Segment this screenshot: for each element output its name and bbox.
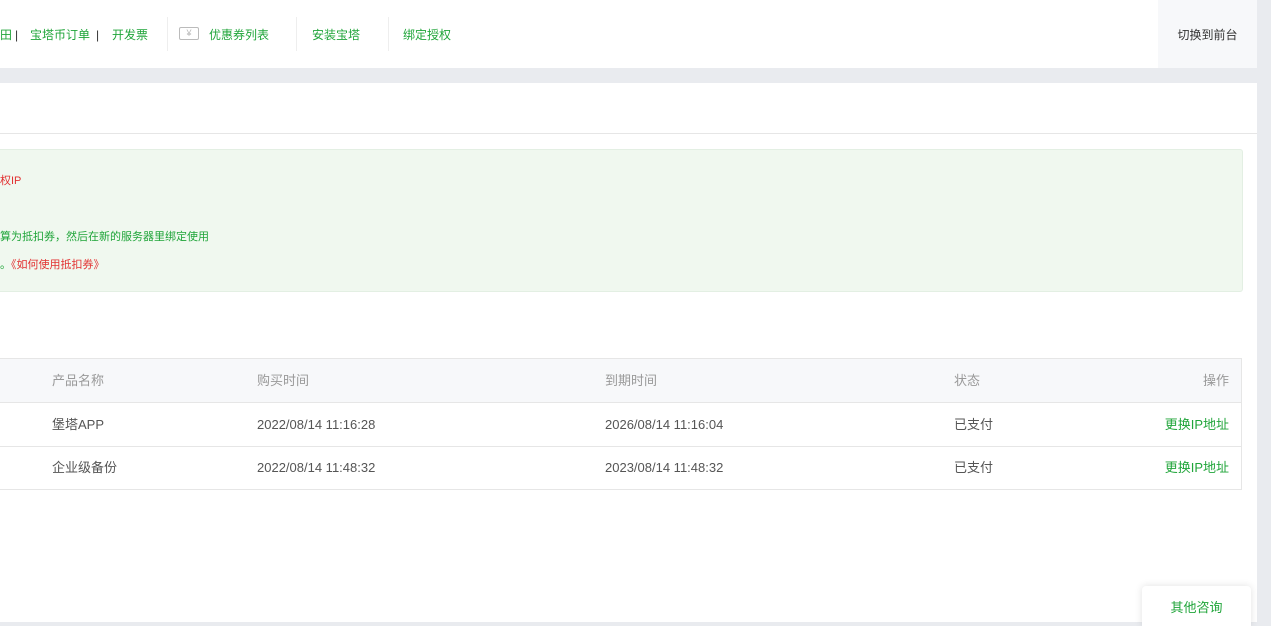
products-table: 产品名称 购买时间 到期时间 状态 操作 堡塔APP 2022/08/14 11… — [0, 358, 1242, 490]
product-name: 企业级备份 — [52, 460, 118, 475]
nav-item-partial[interactable]: 田 — [0, 27, 12, 43]
nav-item-bt-coin-orders[interactable]: 宝塔币订单 — [30, 27, 90, 43]
notice-line-ip: 权IP — [0, 175, 22, 187]
other-consult-button[interactable]: 其他咨询 — [1142, 586, 1251, 626]
change-ip-button[interactable]: 更换IP地址 — [1165, 403, 1229, 446]
status: 已支付 — [954, 417, 994, 432]
purchase-time: 2022/08/14 11:16:28 — [257, 417, 376, 432]
coupon-icon: ¥ — [179, 27, 199, 40]
notice-box: 权IP 算为抵扣券，然后在新的服务器里绑定使用 。《如何使用抵扣券》 — [0, 149, 1243, 292]
header-purchase-time: 购买时间 — [257, 373, 310, 388]
nav-item-bind-license[interactable]: 绑定授权 — [403, 27, 451, 43]
nav-separator: | — [15, 28, 19, 42]
nav-separator: | — [96, 28, 100, 42]
notice-help-prefix: 。 — [0, 259, 11, 271]
table-row: 堡塔APP 2022/08/14 11:16:28 2026/08/14 11:… — [0, 403, 1241, 447]
table-row: 企业级备份 2022/08/14 11:48:32 2023/08/14 11:… — [0, 446, 1241, 489]
header-expire-time: 到期时间 — [605, 373, 658, 388]
expire-time: 2023/08/14 11:48:32 — [605, 460, 724, 475]
header-status: 状态 — [954, 373, 981, 388]
nav-divider — [296, 17, 297, 51]
top-nav-bar: 田 | 宝塔币订单 | 开发票 ¥ 优惠券列表 安装宝塔 绑定授权 切换到前台 — [0, 0, 1257, 68]
expire-time: 2026/08/14 11:16:04 — [605, 417, 724, 432]
purchase-time: 2022/08/14 11:48:32 — [257, 460, 376, 475]
header-product-name: 产品名称 — [52, 373, 105, 388]
change-ip-button[interactable]: 更换IP地址 — [1165, 446, 1229, 489]
table-header: 产品名称 购买时间 到期时间 状态 操作 — [0, 359, 1241, 403]
switch-to-frontend-button[interactable]: 切换到前台 — [1158, 0, 1257, 68]
nav-divider — [388, 17, 389, 51]
notice-line-deduction: 算为抵扣券，然后在新的服务器里绑定使用 — [0, 231, 209, 243]
product-name: 堡塔APP — [52, 417, 105, 432]
nav-item-coupon-list[interactable]: 优惠券列表 — [209, 27, 269, 43]
nav-item-invoice[interactable]: 开发票 — [112, 27, 148, 43]
notice-line-help: 。《如何使用抵扣券》 — [0, 256, 105, 272]
header-action: 操作 — [1202, 373, 1229, 388]
status: 已支付 — [954, 460, 994, 475]
nav-item-install-bt[interactable]: 安装宝塔 — [312, 27, 360, 43]
how-to-use-coupon-link[interactable]: 《如何使用抵扣券》 — [11, 259, 105, 271]
panel-header — [0, 83, 1257, 134]
scrollbar-track[interactable] — [1257, 0, 1271, 622]
main-panel: 权IP 算为抵扣券，然后在新的服务器里绑定使用 。《如何使用抵扣券》 产品名称 … — [0, 83, 1257, 622]
nav-divider — [167, 17, 168, 51]
